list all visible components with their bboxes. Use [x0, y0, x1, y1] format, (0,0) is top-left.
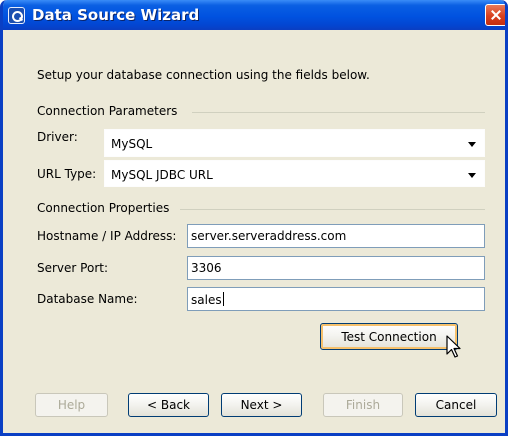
url-type-selected-value: MySQL JDBC URL	[111, 168, 213, 182]
chevron-down-icon[interactable]	[468, 142, 476, 147]
app-icon	[8, 7, 25, 24]
database-name-field[interactable]: sales	[187, 287, 485, 311]
hostname-value: server.serveraddress.com	[191, 229, 347, 243]
hostname-field[interactable]: server.serveraddress.com	[187, 224, 485, 248]
mouse-pointer-icon	[446, 335, 461, 358]
driver-label: Driver:	[37, 130, 78, 144]
window-title: Data Source Wizard	[32, 6, 200, 24]
url-type-select[interactable]: MySQL JDBC URL	[104, 160, 485, 187]
finish-button[interactable]: Finish	[323, 393, 403, 417]
server-port-label: Server Port:	[37, 261, 108, 275]
next-button[interactable]: Next >	[221, 393, 302, 417]
cancel-button[interactable]: Cancel	[415, 393, 497, 417]
driver-select[interactable]: MySQL	[104, 129, 485, 157]
database-name-value: sales	[191, 292, 224, 307]
test-connection-button[interactable]: Test Connection	[320, 323, 458, 350]
database-name-text: sales	[191, 293, 222, 307]
server-port-value: 3306	[191, 261, 222, 275]
back-button[interactable]: < Back	[128, 393, 209, 417]
connection-properties-heading: Connection Properties	[37, 201, 170, 215]
group-divider	[192, 112, 485, 113]
title-bar[interactable]: Data Source Wizard	[3, 0, 505, 30]
help-button[interactable]: Help	[35, 393, 108, 417]
group-divider	[180, 209, 485, 210]
driver-selected-value: MySQL	[111, 137, 153, 151]
close-icon[interactable]	[485, 4, 505, 26]
database-name-label: Database Name:	[37, 292, 138, 306]
data-source-wizard-dialog: Data Source Wizard	[0, 0, 508, 436]
url-type-label: URL Type:	[37, 167, 97, 181]
text-caret	[222, 292, 224, 306]
intro-text: Setup your database connection using the…	[37, 68, 370, 82]
server-port-field[interactable]: 3306	[187, 256, 485, 280]
hostname-label: Hostname / IP Address:	[37, 229, 177, 243]
connection-parameters-heading: Connection Parameters	[37, 104, 178, 118]
chevron-down-icon[interactable]	[468, 173, 476, 178]
